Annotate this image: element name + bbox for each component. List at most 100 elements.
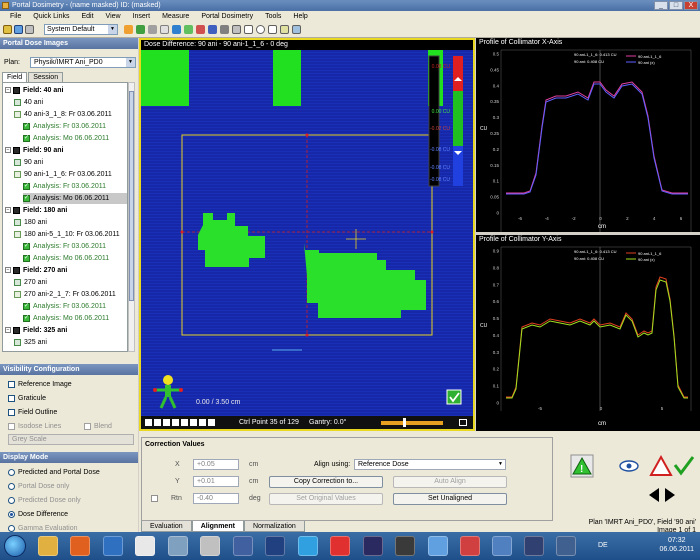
- grid-icon[interactable]: [232, 25, 241, 34]
- reference-image-checkbox[interactable]: Reference Image: [8, 379, 72, 390]
- close-button[interactable]: X: [684, 1, 698, 10]
- triangle-warning-icon[interactable]: [649, 454, 673, 476]
- app-icon[interactable]: [233, 536, 253, 556]
- expand-collapse-icon[interactable]: −: [5, 147, 11, 154]
- menu-portal-dosimetry[interactable]: Portal Dosimetry: [195, 11, 259, 22]
- previous-arrow-icon[interactable]: [649, 488, 659, 502]
- crosshair-icon[interactable]: [172, 25, 181, 34]
- workspace-select[interactable]: System Default ▼: [44, 24, 118, 35]
- start-button[interactable]: [4, 535, 26, 557]
- expand-collapse-icon[interactable]: −: [5, 207, 11, 214]
- tree-field-node[interactable]: − Field: 40 ani: [5, 85, 127, 96]
- isodose-lines-checkbox[interactable]: Isodose Lines: [8, 421, 61, 432]
- snapshot-icon[interactable]: [292, 25, 301, 34]
- expand-collapse-icon[interactable]: −: [5, 327, 11, 334]
- tab-normalization[interactable]: Normalization: [243, 521, 305, 532]
- graticule-checkbox[interactable]: Graticule: [8, 393, 46, 404]
- tree-image-node[interactable]: 90 ani: [14, 157, 127, 168]
- eye-icon[interactable]: [619, 460, 639, 472]
- tree-analysis-node[interactable]: ✓ Analysis: Fr 03.06.2011: [23, 181, 127, 192]
- menu-measure[interactable]: Measure: [156, 11, 195, 22]
- tree-image-node[interactable]: 180 ani-5_1_10: Fr 03.06.2011: [14, 229, 127, 240]
- tree-image-node[interactable]: 40 ani-3_1_8: Fr 03.06.2011: [14, 109, 127, 120]
- maximize-button[interactable]: □: [669, 1, 683, 10]
- tree-image-node[interactable]: 270 ani: [14, 277, 127, 288]
- tab-alignment[interactable]: Alignment: [191, 521, 244, 532]
- warning-icon[interactable]: !: [570, 454, 594, 478]
- scrollbar-thumb[interactable]: [129, 91, 134, 301]
- tree-image-node[interactable]: 270 ani-2_1_7: Fr 03.06.2011: [14, 289, 127, 300]
- tree-field-node[interactable]: − Field: 180 ani: [5, 205, 127, 216]
- tree-analysis-node[interactable]: ✓ Analysis: Mo 06.06.2011: [23, 133, 127, 144]
- tab-session[interactable]: Session: [28, 72, 64, 82]
- next-frame-icon[interactable]: [172, 419, 179, 426]
- checkmark-icon[interactable]: [673, 456, 695, 476]
- menu-insert[interactable]: Insert: [127, 11, 157, 22]
- profile-handle[interactable]: [430, 230, 434, 234]
- app-icon[interactable]: [330, 536, 350, 556]
- ruler-icon[interactable]: [220, 25, 229, 34]
- tree-image-node[interactable]: 90 ani-1_1_6: Fr 03.06.2011: [14, 169, 127, 180]
- tree-field-node[interactable]: − Field: 270 ani: [5, 265, 127, 276]
- app-icon[interactable]: [363, 536, 383, 556]
- y-correction-input[interactable]: +0.01: [193, 476, 239, 487]
- x-correction-input[interactable]: +0.05: [193, 459, 239, 470]
- app-icon[interactable]: [135, 536, 155, 556]
- auto-align-button[interactable]: Auto Align: [393, 476, 507, 488]
- next-arrow-icon[interactable]: [665, 488, 675, 502]
- app-icon[interactable]: [524, 536, 544, 556]
- app-icon[interactable]: [556, 536, 576, 556]
- profile-icon[interactable]: [184, 25, 193, 34]
- play-icon[interactable]: [163, 419, 170, 426]
- align-using-select[interactable]: Reference Dose ▼: [354, 459, 506, 470]
- system-clock[interactable]: 07:32 06.06.2011: [659, 536, 694, 554]
- tree-image-node[interactable]: 40 ani: [14, 97, 127, 108]
- profile-handle[interactable]: [180, 230, 184, 234]
- tab-evaluation[interactable]: Evaluation: [141, 521, 192, 532]
- tree-analysis-node[interactable]: ✓ Analysis: Mo 06.06.2011: [23, 253, 127, 264]
- set-original-values-button[interactable]: Set Original Values: [269, 493, 383, 505]
- menu-edit[interactable]: Edit: [75, 11, 99, 22]
- point-icon[interactable]: [196, 25, 205, 34]
- menu-view[interactable]: View: [100, 11, 127, 22]
- region-icon[interactable]: [208, 25, 217, 34]
- measure-icon[interactable]: [160, 25, 169, 34]
- tree-analysis-node[interactable]: ✓ Analysis: Fr 03.06.2011: [23, 241, 127, 252]
- tree-image-node[interactable]: 180 ani: [14, 217, 127, 228]
- frame-slider[interactable]: [381, 421, 443, 425]
- last-frame-icon[interactable]: [181, 419, 188, 426]
- tab-field[interactable]: Field: [2, 72, 28, 82]
- dose-difference-image[interactable]: 0.08 CU 0.00 CU -0.02 CU -0.08 CU -0.08 …: [141, 50, 473, 416]
- tree-field-node[interactable]: − Field: 325 ani: [5, 325, 127, 336]
- plan-select[interactable]: Physik/IMRT Ani_PD0 ▼: [30, 57, 136, 68]
- first-frame-icon[interactable]: [145, 419, 152, 426]
- menu-file[interactable]: File: [4, 11, 27, 22]
- ellipse-icon[interactable]: [256, 25, 265, 34]
- save-icon[interactable]: [14, 25, 23, 34]
- menu-tools[interactable]: Tools: [259, 11, 287, 22]
- set-unaligned-button[interactable]: Set Unaligned: [393, 493, 507, 505]
- app-icon[interactable]: [265, 536, 285, 556]
- tree-image-node[interactable]: 325 ani: [14, 337, 127, 348]
- frame-slider-handle[interactable]: [403, 418, 406, 427]
- tree-analysis-node[interactable]: ✓ Analysis: Fr 03.06.2011: [23, 301, 127, 312]
- profile-handle[interactable]: [305, 333, 309, 337]
- expand-collapse-icon[interactable]: −: [5, 87, 11, 94]
- profile-handle[interactable]: [305, 133, 309, 137]
- explorer-icon[interactable]: [38, 536, 58, 556]
- fullscreen-icon[interactable]: [459, 419, 467, 426]
- blend-checkbox[interactable]: Blend: [84, 421, 112, 432]
- pause-icon[interactable]: [199, 419, 206, 426]
- app-icon[interactable]: [298, 536, 318, 556]
- tree-analysis-node[interactable]: ✓ Analysis: Mo 06.06.2011: [23, 313, 127, 324]
- tree-analysis-node[interactable]: ✓ Analysis: Fr 03.06.2011: [23, 121, 127, 132]
- rotation-input[interactable]: -0.40: [193, 493, 239, 504]
- previous-frame-icon[interactable]: [154, 419, 161, 426]
- app-icon[interactable]: [168, 536, 188, 556]
- dose-image-panel[interactable]: Dose Difference: 90 ani - 90 ani-1_1_6 -…: [139, 38, 475, 431]
- print-icon[interactable]: [25, 25, 34, 34]
- pan-icon[interactable]: [136, 25, 145, 34]
- field-outline-checkbox[interactable]: Field Outline: [8, 407, 57, 418]
- window-level-icon[interactable]: [148, 25, 157, 34]
- tree-field-node[interactable]: − Field: 90 ani: [5, 145, 127, 156]
